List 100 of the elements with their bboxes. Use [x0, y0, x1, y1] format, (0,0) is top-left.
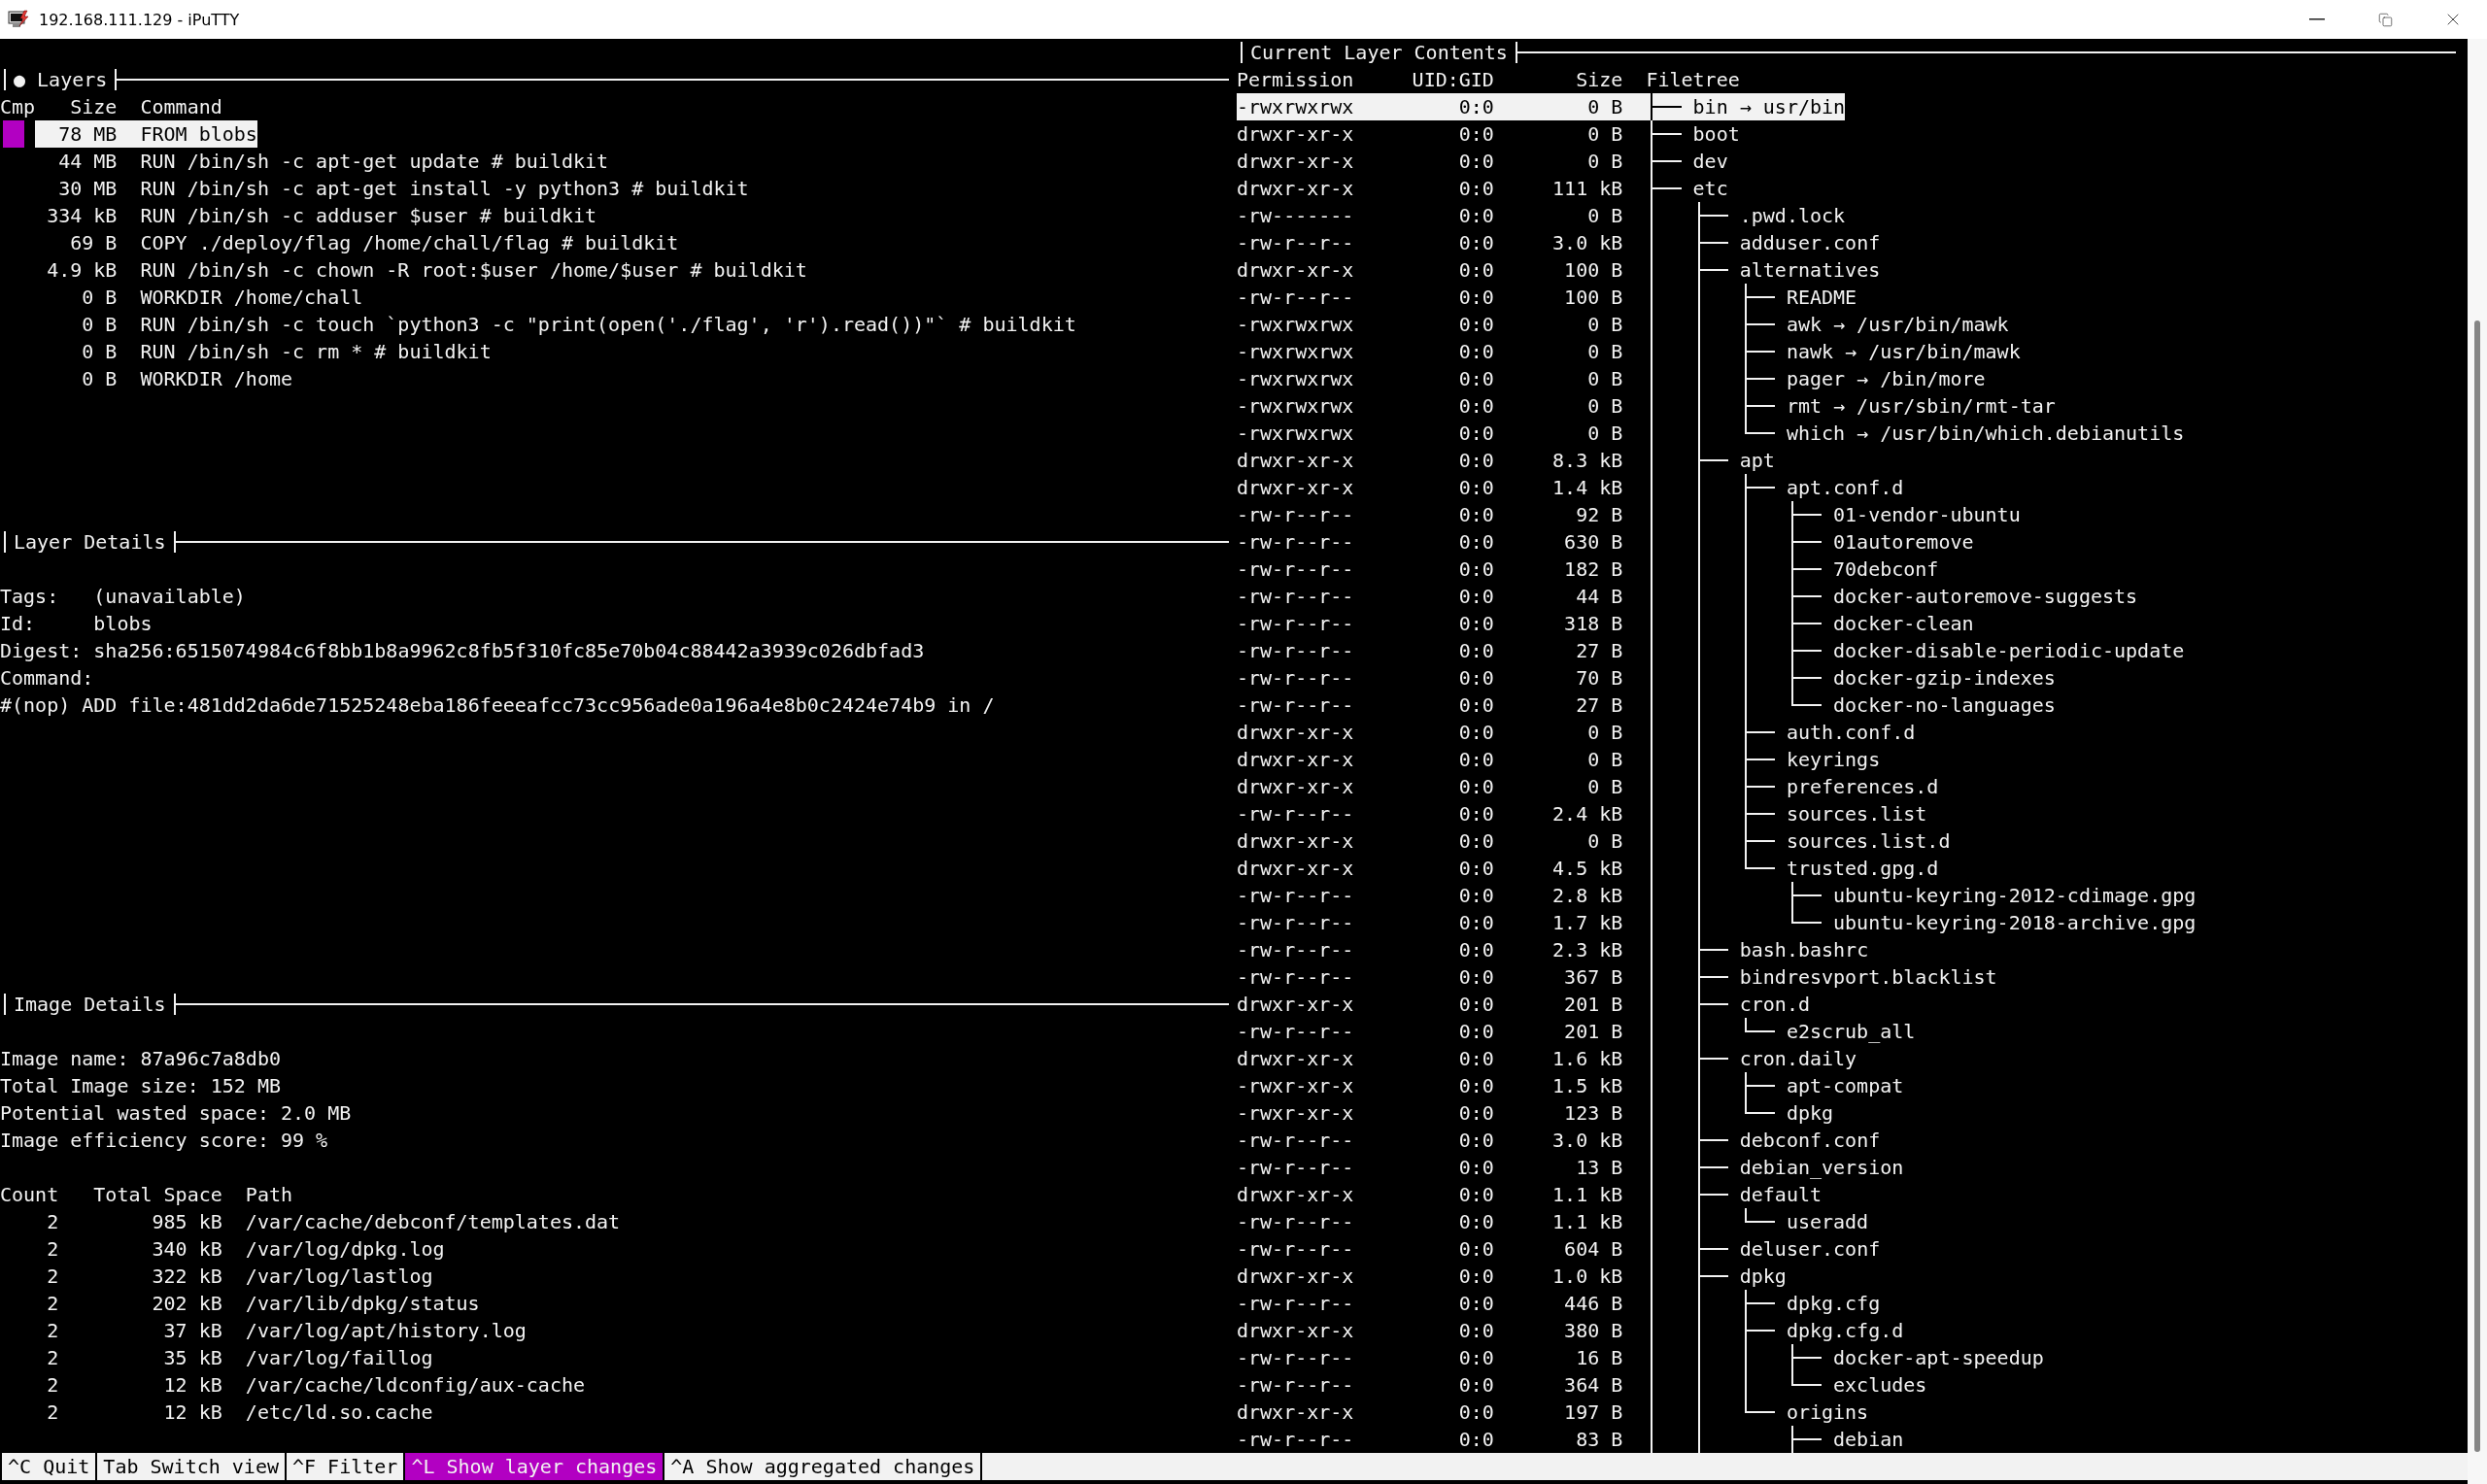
file-name[interactable]: dpkg.cfg.d [1786, 1317, 1904, 1344]
file-row[interactable]: drwxr-xr-x 0:0 4.5 kB trusted.gpg.d [1237, 855, 1939, 882]
layer-row[interactable]: 44 MB RUN /bin/sh -c apt-get update # buildkit [35, 148, 609, 175]
file-name[interactable]: ubuntu-keyring-2012-cdimage.gpg [1833, 882, 2197, 909]
file-row[interactable]: -rw-r--r-- 0:0 100 B README [1237, 284, 1857, 311]
file-name[interactable]: apt.conf.d [1786, 474, 1904, 501]
file-name[interactable]: README [1786, 284, 1857, 311]
file-name[interactable]: docker-autoremove-suggests [1833, 583, 2138, 610]
file-row[interactable]: -rw-r--r-- 0:0 13 B debian_version [1237, 1154, 1904, 1181]
file-name[interactable]: boot [1692, 120, 1740, 148]
file-row[interactable]: -rw-r--r-- 0:0 44 B docker-autoremove-suggests [1237, 583, 2138, 610]
file-name[interactable]: preferences.d [1786, 773, 1939, 800]
file-row[interactable]: drwxr-xr-x 0:0 8.3 kB apt [1237, 447, 1775, 474]
file-row[interactable]: -rwxrwxrwx 0:0 0 B rmt → /usr/sbin/rmt-tar [1237, 392, 2056, 420]
file-row[interactable]: -rw-r--r-- 0:0 27 B docker-disable-periodic-update [1237, 637, 2185, 664]
file-name[interactable]: nawk → /usr/bin/mawk [1786, 338, 2021, 365]
file-name[interactable]: origins [1786, 1399, 1869, 1426]
file-name[interactable]: docker-gzip-indexes [1833, 664, 2056, 691]
file-name[interactable]: default [1739, 1181, 1822, 1208]
file-row[interactable]: -rw-r--r-- 0:0 3.0 kB debconf.conf [1237, 1127, 1881, 1154]
file-row[interactable]: -rw-r--r-- 0:0 604 B deluser.conf [1237, 1235, 1881, 1263]
file-row[interactable]: -rw-r--r-- 0:0 27 B docker-no-languages [1237, 691, 2056, 719]
file-row[interactable]: -rw-r--r-- 0:0 1.7 kB ubuntu-keyring-2018-archive.gpg [1237, 909, 2197, 936]
file-row[interactable]: drwxr-xr-x 0:0 1.6 kB cron.daily [1237, 1045, 1857, 1072]
shortcut-hint[interactable]: Tab Switch view [95, 1453, 285, 1480]
file-row[interactable]: -rw-r--r-- 0:0 2.4 kB sources.list [1237, 800, 1927, 827]
file-name[interactable]: bash.bashrc [1739, 936, 1869, 963]
file-row[interactable]: -rw-r--r-- 0:0 318 B docker-clean [1237, 610, 1974, 637]
file-name[interactable]: apt [1739, 447, 1775, 474]
file-name[interactable]: cron.daily [1739, 1045, 1857, 1072]
shortcut-hint[interactable]: ^L Show layer changes [403, 1453, 664, 1480]
file-name[interactable]: apt-compat [1786, 1072, 1904, 1099]
file-row[interactable]: -rw------- 0:0 0 B .pwd.lock [1237, 202, 1846, 229]
file-name[interactable]: keyrings [1786, 746, 1881, 773]
layer-row[interactable]: 0 B RUN /bin/sh -c rm * # buildkit [35, 338, 492, 365]
file-name[interactable]: auth.conf.d [1786, 719, 1916, 746]
file-name[interactable]: 70debconf [1833, 556, 1939, 583]
file-row[interactable]: -rw-r--r-- 0:0 182 B 70debconf [1237, 556, 1939, 583]
file-name[interactable]: useradd [1786, 1208, 1869, 1235]
file-name[interactable]: which → /usr/bin/which.debianutils [1786, 420, 2185, 447]
layer-row[interactable]: 69 B COPY ./deploy/flag /home/chall/flag # buildkit [35, 229, 679, 256]
file-name[interactable]: awk → /usr/bin/mawk [1786, 311, 2009, 338]
file-row[interactable]: drwxr-xr-x 0:0 0 B sources.list.d [1237, 827, 1951, 855]
layer-row[interactable]: 78 MB FROM blobs [35, 120, 257, 148]
file-name[interactable]: dpkg.cfg [1786, 1290, 1881, 1317]
file-name[interactable]: adduser.conf [1739, 229, 1881, 256]
file-row[interactable]: -rwxrwxrwx 0:0 0 B pager → /bin/more [1237, 365, 1986, 392]
file-row[interactable]: -rw-r--r-- 0:0 16 B docker-apt-speedup [1237, 1344, 2044, 1371]
file-row[interactable]: drwxr-xr-x 0:0 100 B alternatives [1237, 256, 1881, 284]
file-row[interactable]: drwxr-xr-x 0:0 111 kB etc [1237, 175, 1728, 202]
file-row[interactable]: -rw-r--r-- 0:0 367 B bindresvport.blacklist [1237, 963, 1997, 991]
file-name[interactable]: sources.list.d [1786, 827, 1951, 855]
file-row[interactable]: -rwxr-xr-x 0:0 123 B dpkg [1237, 1099, 1834, 1127]
file-row[interactable]: -rw-r--r-- 0:0 2.3 kB bash.bashrc [1237, 936, 1869, 963]
shortcut-hint[interactable]: ^C Quit [0, 1453, 96, 1480]
file-name[interactable]: trusted.gpg.d [1786, 855, 1939, 882]
file-name[interactable]: e2scrub_all [1786, 1018, 1916, 1045]
layer-row[interactable]: 0 B RUN /bin/sh -c touch `python3 -c "print(open('./flag', 'r').read())"` # buildkit [35, 311, 1076, 338]
file-name[interactable]: docker-apt-speedup [1833, 1344, 2044, 1371]
file-row[interactable]: drwxr-xr-x 0:0 0 B preferences.d [1237, 773, 1939, 800]
file-name[interactable]: cron.d [1739, 991, 1810, 1018]
file-name[interactable]: .pwd.lock [1739, 202, 1846, 229]
file-row[interactable]: drwxr-xr-x 0:0 1.1 kB default [1237, 1181, 1822, 1208]
file-row[interactable]: -rw-r--r-- 0:0 3.0 kB adduser.conf [1237, 229, 1881, 256]
file-name[interactable]: debian [1833, 1426, 1904, 1453]
layer-row[interactable]: 4.9 kB RUN /bin/sh -c chown -R root:$user /home/$user # buildkit [35, 256, 807, 284]
file-row[interactable]: -rw-r--r-- 0:0 446 B dpkg.cfg [1237, 1290, 1881, 1317]
file-row[interactable]: -rw-r--r-- 0:0 364 B excludes [1237, 1371, 1927, 1399]
file-name[interactable]: etc [1692, 175, 1728, 202]
file-row[interactable]: -rw-r--r-- 0:0 70 B docker-gzip-indexes [1237, 664, 2056, 691]
file-row[interactable]: -rw-r--r-- 0:0 630 B 01autoremove [1237, 528, 1974, 556]
file-name[interactable]: dpkg [1786, 1099, 1834, 1127]
layer-row[interactable]: 334 kB RUN /bin/sh -c adduser $user # buildkit [35, 202, 597, 229]
file-name[interactable]: ubuntu-keyring-2018-archive.gpg [1833, 909, 2197, 936]
scrollbar[interactable] [2468, 39, 2487, 1484]
file-name[interactable]: docker-disable-periodic-update [1833, 637, 2185, 664]
file-row[interactable]: -rwxr-xr-x 0:0 1.5 kB apt-compat [1237, 1072, 1904, 1099]
file-row[interactable]: -rwxrwxrwx 0:0 0 B nawk → /usr/bin/mawk [1237, 338, 2021, 365]
file-name[interactable]: pager → /bin/more [1786, 365, 1986, 392]
file-name[interactable]: bindresvport.blacklist [1739, 963, 1997, 991]
layer-row[interactable]: 0 B WORKDIR /home/chall [35, 284, 363, 311]
file-name[interactable]: excludes [1833, 1371, 1927, 1399]
file-row[interactable]: drwxr-xr-x 0:0 201 B cron.d [1237, 991, 1810, 1018]
file-row[interactable]: -rwxrwxrwx 0:0 0 B which → /usr/bin/which.debianutils [1237, 420, 2185, 447]
file-name[interactable]: docker-no-languages [1833, 691, 2056, 719]
shortcut-hint[interactable]: ^A Show aggregated changes [663, 1453, 983, 1480]
file-name[interactable]: alternatives [1739, 256, 1881, 284]
file-row[interactable]: drwxr-xr-x 0:0 0 B boot [1237, 120, 1740, 148]
file-name[interactable]: dev [1692, 148, 1728, 175]
file-name[interactable]: docker-clean [1833, 610, 1974, 637]
file-name[interactable]: debconf.conf [1739, 1127, 1881, 1154]
file-row[interactable]: -rwxrwxrwx 0:0 0 B bin → usr/bin [1237, 93, 1846, 120]
file-row[interactable]: -rw-r--r-- 0:0 83 B debian [1237, 1426, 1904, 1453]
file-row[interactable]: drwxr-xr-x 0:0 1.4 kB apt.conf.d [1237, 474, 1904, 501]
file-row[interactable]: -rw-r--r-- 0:0 201 B e2scrub_all [1237, 1018, 1916, 1045]
file-row[interactable]: -rwxrwxrwx 0:0 0 B awk → /usr/bin/mawk [1237, 311, 2009, 338]
file-name[interactable]: 01-vendor-ubuntu [1833, 501, 2021, 528]
file-row[interactable]: -rw-r--r-- 0:0 92 B 01-vendor-ubuntu [1237, 501, 2021, 528]
file-name[interactable]: deluser.conf [1739, 1235, 1881, 1263]
file-row[interactable]: -rw-r--r-- 0:0 2.8 kB ubuntu-keyring-2012-cdimage.gpg [1237, 882, 2197, 909]
